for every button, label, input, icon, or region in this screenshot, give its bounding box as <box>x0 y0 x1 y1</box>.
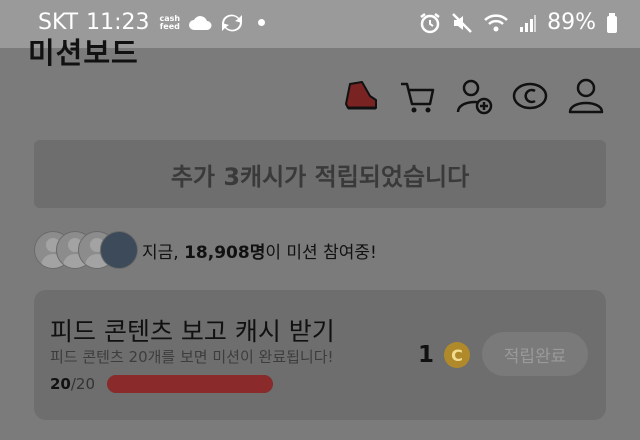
progress-bar <box>107 375 274 393</box>
banner-text: 추가 3캐시가 적립되었습니다 <box>170 162 470 191</box>
mission-card[interactable]: 피드 콘텐츠 보고 캐시 받기 피드 콘텐츠 20개를 보면 미션이 완료됩니다… <box>34 290 606 420</box>
cash-coin-icon[interactable] <box>510 76 550 116</box>
mission-progress: 20/20 <box>50 375 274 393</box>
cloud-icon <box>189 15 212 30</box>
participants-text: 지금, 18,908명이 미션 참여중! <box>142 238 377 263</box>
profile-icon[interactable] <box>566 76 606 116</box>
notification-dot <box>258 19 266 26</box>
wifi-icon <box>484 13 508 31</box>
sneaker-icon[interactable] <box>340 76 380 116</box>
coin-icon: C <box>444 342 471 368</box>
alarm-icon <box>420 12 440 33</box>
reward: 1 C <box>418 342 471 368</box>
battery-icon <box>607 12 617 33</box>
progress-total: /20 <box>70 375 96 393</box>
cash-earned-banner: 추가 3캐시가 적립되었습니다 <box>34 140 606 208</box>
progress-current: 20 <box>50 375 71 393</box>
mute-icon <box>452 12 472 33</box>
cart-icon[interactable] <box>398 76 438 116</box>
participants-row: 지금, 18,908명이 미션 참여중! <box>34 230 594 270</box>
signal-icon <box>520 14 537 32</box>
progress-fill <box>107 375 274 393</box>
avatar-stack <box>34 231 138 269</box>
claim-complete-button[interactable]: 적립완료 <box>482 332 588 376</box>
page-title: 미션보드 <box>28 36 139 70</box>
participants-suffix: 이 미션 참여중! <box>265 242 377 263</box>
cashfeed-line2: feed <box>159 21 180 31</box>
cashfeed-icon: cash feed <box>159 14 181 31</box>
battery-percent: 89% <box>547 10 596 35</box>
add-friend-icon[interactable] <box>454 76 494 116</box>
avatar-photo <box>100 231 138 269</box>
participants-count: 18,908명 <box>184 242 266 263</box>
status-right: 89% <box>419 10 618 35</box>
participants-prefix: 지금, <box>142 242 185 263</box>
reward-amount: 1 <box>418 342 435 368</box>
sync-icon <box>222 14 243 31</box>
mission-title: 피드 콘텐츠 보고 캐시 받기 <box>50 317 335 346</box>
mission-description: 피드 콘텐츠 20개를 보면 미션이 완료됩니다! <box>50 348 334 366</box>
